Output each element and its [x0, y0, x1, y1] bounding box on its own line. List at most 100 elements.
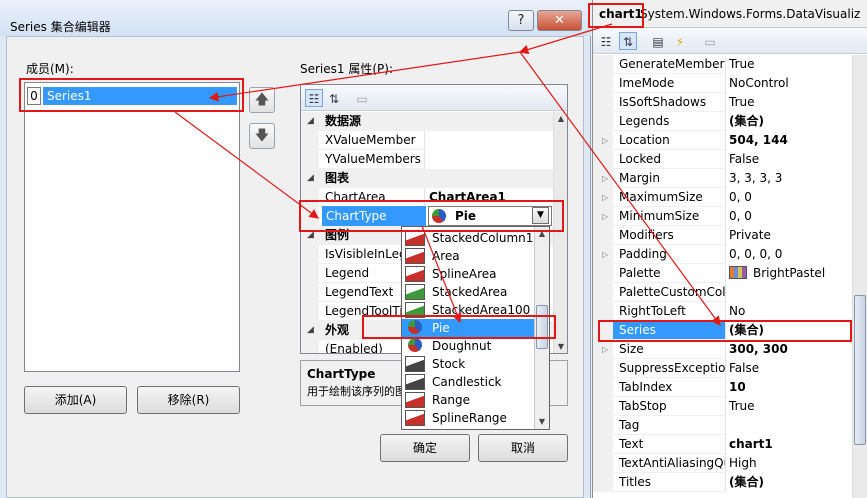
property-value[interactable]: (集合) — [729, 112, 853, 131]
expand-icon[interactable]: ▷ — [602, 207, 608, 226]
property-row-maximumsize[interactable]: MaximumSize ▷ 0, 0 — [593, 188, 853, 207]
property-value[interactable]: (集合) — [729, 473, 853, 492]
dropdown-item-stock[interactable]: Stock — [402, 355, 535, 373]
property-row-minimumsize[interactable]: MinimumSize ▷ 0, 0 — [593, 207, 853, 226]
property-row-palettecustomcolors[interactable]: PaletteCustomColors — [593, 283, 853, 302]
property-category[interactable]: ◢ 数据源 — [301, 112, 567, 131]
property-value-text: 300, 300 — [729, 342, 788, 356]
expand-icon[interactable]: ▷ — [602, 340, 608, 359]
property-value[interactable]: 0, 0 — [729, 188, 853, 207]
dropdown-item-range[interactable]: Range — [402, 391, 535, 409]
property-value[interactable]: NoControl — [729, 74, 853, 93]
property-row-imemode[interactable]: ImeMode NoControl — [593, 74, 853, 93]
property-name: TextAntiAliasingQuality — [593, 454, 726, 473]
property-row-tag[interactable]: Tag — [593, 416, 853, 435]
alphabetical-icon[interactable]: ⇅ — [619, 32, 637, 50]
property-value[interactable] — [729, 283, 853, 302]
collapse-icon[interactable]: ◢ — [307, 169, 314, 188]
properties-scrollbar[interactable] — [852, 55, 867, 498]
property-value[interactable]: False — [729, 359, 853, 378]
members-list[interactable]: 0 Series1 — [24, 82, 240, 372]
property-value[interactable]: 504, 144 — [729, 131, 853, 150]
property-name: RightToLeft — [593, 302, 726, 321]
help-button[interactable]: ? — [508, 10, 534, 31]
property-row[interactable]: XValueMember — [301, 131, 567, 150]
expand-icon[interactable]: ▷ — [602, 245, 608, 264]
property-row-padding[interactable]: Padding ▷ 0, 0, 0, 0 — [593, 245, 853, 264]
property-pages-icon[interactable]: ▭ — [701, 32, 719, 50]
property-category[interactable]: ◢ 图表 — [301, 169, 567, 188]
property-value[interactable]: High — [729, 454, 853, 473]
dropdown-item-stackedarea[interactable]: StackedArea — [402, 283, 535, 301]
property-value[interactable]: BrightPastel — [729, 264, 853, 283]
property-row-location[interactable]: Location ▷ 504, 144 — [593, 131, 853, 150]
categorized-icon[interactable]: ☷ — [305, 89, 323, 107]
dropdown-item-splinerange[interactable]: SplineRange — [402, 409, 535, 427]
property-value[interactable]: True — [729, 55, 853, 74]
property-pages-icon[interactable]: ▭ — [353, 89, 371, 107]
events-icon[interactable]: ⚡ — [671, 32, 689, 50]
property-value-text: True — [729, 95, 755, 109]
property-row-righttoleft[interactable]: RightToLeft No — [593, 302, 853, 321]
scroll-down-icon[interactable]: ▼ — [554, 340, 567, 353]
property-row-suppressexceptions[interactable]: SuppressExceptionsFalse — [593, 359, 853, 378]
property-row-titles[interactable]: Titles (集合) — [593, 473, 853, 492]
property-row-issoftshadows[interactable]: IsSoftShadows True — [593, 93, 853, 112]
property-name: Legends — [593, 112, 726, 131]
property-value[interactable] — [429, 131, 549, 150]
property-row-generatemember[interactable]: GenerateMember True — [593, 55, 853, 74]
property-value[interactable]: True — [729, 397, 853, 416]
property-row[interactable]: YValueMembers — [301, 150, 567, 169]
ok-button[interactable]: 确定 — [380, 434, 470, 462]
scroll-thumb[interactable] — [854, 295, 866, 445]
property-value[interactable]: 0, 0 — [729, 207, 853, 226]
move-down-button[interactable]: 🡇 — [249, 123, 275, 149]
property-row-size[interactable]: Size ▷ 300, 300 — [593, 340, 853, 359]
remove-button[interactable]: 移除(R) — [137, 386, 240, 414]
scroll-down-icon[interactable]: ▼ — [535, 415, 549, 429]
collapse-icon[interactable]: ◢ — [307, 112, 314, 131]
property-row-margin[interactable]: Margin ▷ 3, 3, 3, 3 — [593, 169, 853, 188]
close-button[interactable]: ✕ — [537, 10, 582, 31]
property-value[interactable]: 3, 3, 3, 3 — [729, 169, 853, 188]
dropdown-item-splinearea[interactable]: SplineArea — [402, 265, 535, 283]
property-value[interactable]: True — [729, 93, 853, 112]
property-value[interactable]: No — [729, 302, 853, 321]
property-row-tabindex[interactable]: TabIndex 10 — [593, 378, 853, 397]
property-row-legends[interactable]: Legends (集合) — [593, 112, 853, 131]
property-value[interactable]: chart1 — [729, 435, 853, 454]
property-value[interactable] — [729, 416, 853, 435]
properties-icon[interactable]: ▤ — [649, 32, 667, 50]
property-row-textantialiasingquality[interactable]: TextAntiAliasingQualityHigh — [593, 454, 853, 473]
property-row-tabstop[interactable]: TabStop True — [593, 397, 853, 416]
dropdown-item-label: SplineArea — [432, 267, 497, 281]
dropdown-item-area[interactable]: Area — [402, 247, 535, 265]
arrow-up-icon: 🡅 — [254, 92, 270, 108]
scroll-up-icon[interactable]: ▲ — [554, 112, 567, 126]
collapse-icon[interactable]: ◢ — [307, 321, 314, 340]
property-name: Locked — [593, 150, 726, 169]
property-value[interactable]: Private — [729, 226, 853, 245]
expand-icon[interactable]: ▷ — [602, 188, 608, 207]
property-value[interactable] — [429, 150, 549, 169]
move-up-button[interactable]: 🡅 — [249, 87, 275, 113]
property-row-palette[interactable]: Palette BrightPastel — [593, 264, 853, 283]
add-button[interactable]: 添加(A) — [24, 386, 127, 414]
property-row-text[interactable]: Text chart1 — [593, 435, 853, 454]
dropdown-item-label: Area — [432, 249, 460, 263]
property-row-modifiers[interactable]: Modifiers Private — [593, 226, 853, 245]
expand-icon[interactable]: ▷ — [602, 131, 608, 150]
property-value[interactable]: 0, 0, 0, 0 — [729, 245, 853, 264]
dropdown-item-doughnut[interactable]: Doughnut — [402, 337, 535, 355]
property-value[interactable]: False — [729, 150, 853, 169]
cancel-button[interactable]: 取消 — [478, 434, 568, 462]
categorized-icon[interactable]: ☷ — [597, 32, 615, 50]
property-value[interactable]: 300, 300 — [729, 340, 853, 359]
annotation-box-charttype — [299, 200, 564, 232]
alphabetical-icon[interactable]: ⇅ — [325, 89, 343, 107]
expand-icon[interactable]: ▷ — [602, 169, 608, 188]
palette-swatch-icon — [729, 266, 747, 279]
dropdown-item-candlestick[interactable]: Candlestick — [402, 373, 535, 391]
property-row-locked[interactable]: Locked False — [593, 150, 853, 169]
property-value[interactable]: 10 — [729, 378, 853, 397]
